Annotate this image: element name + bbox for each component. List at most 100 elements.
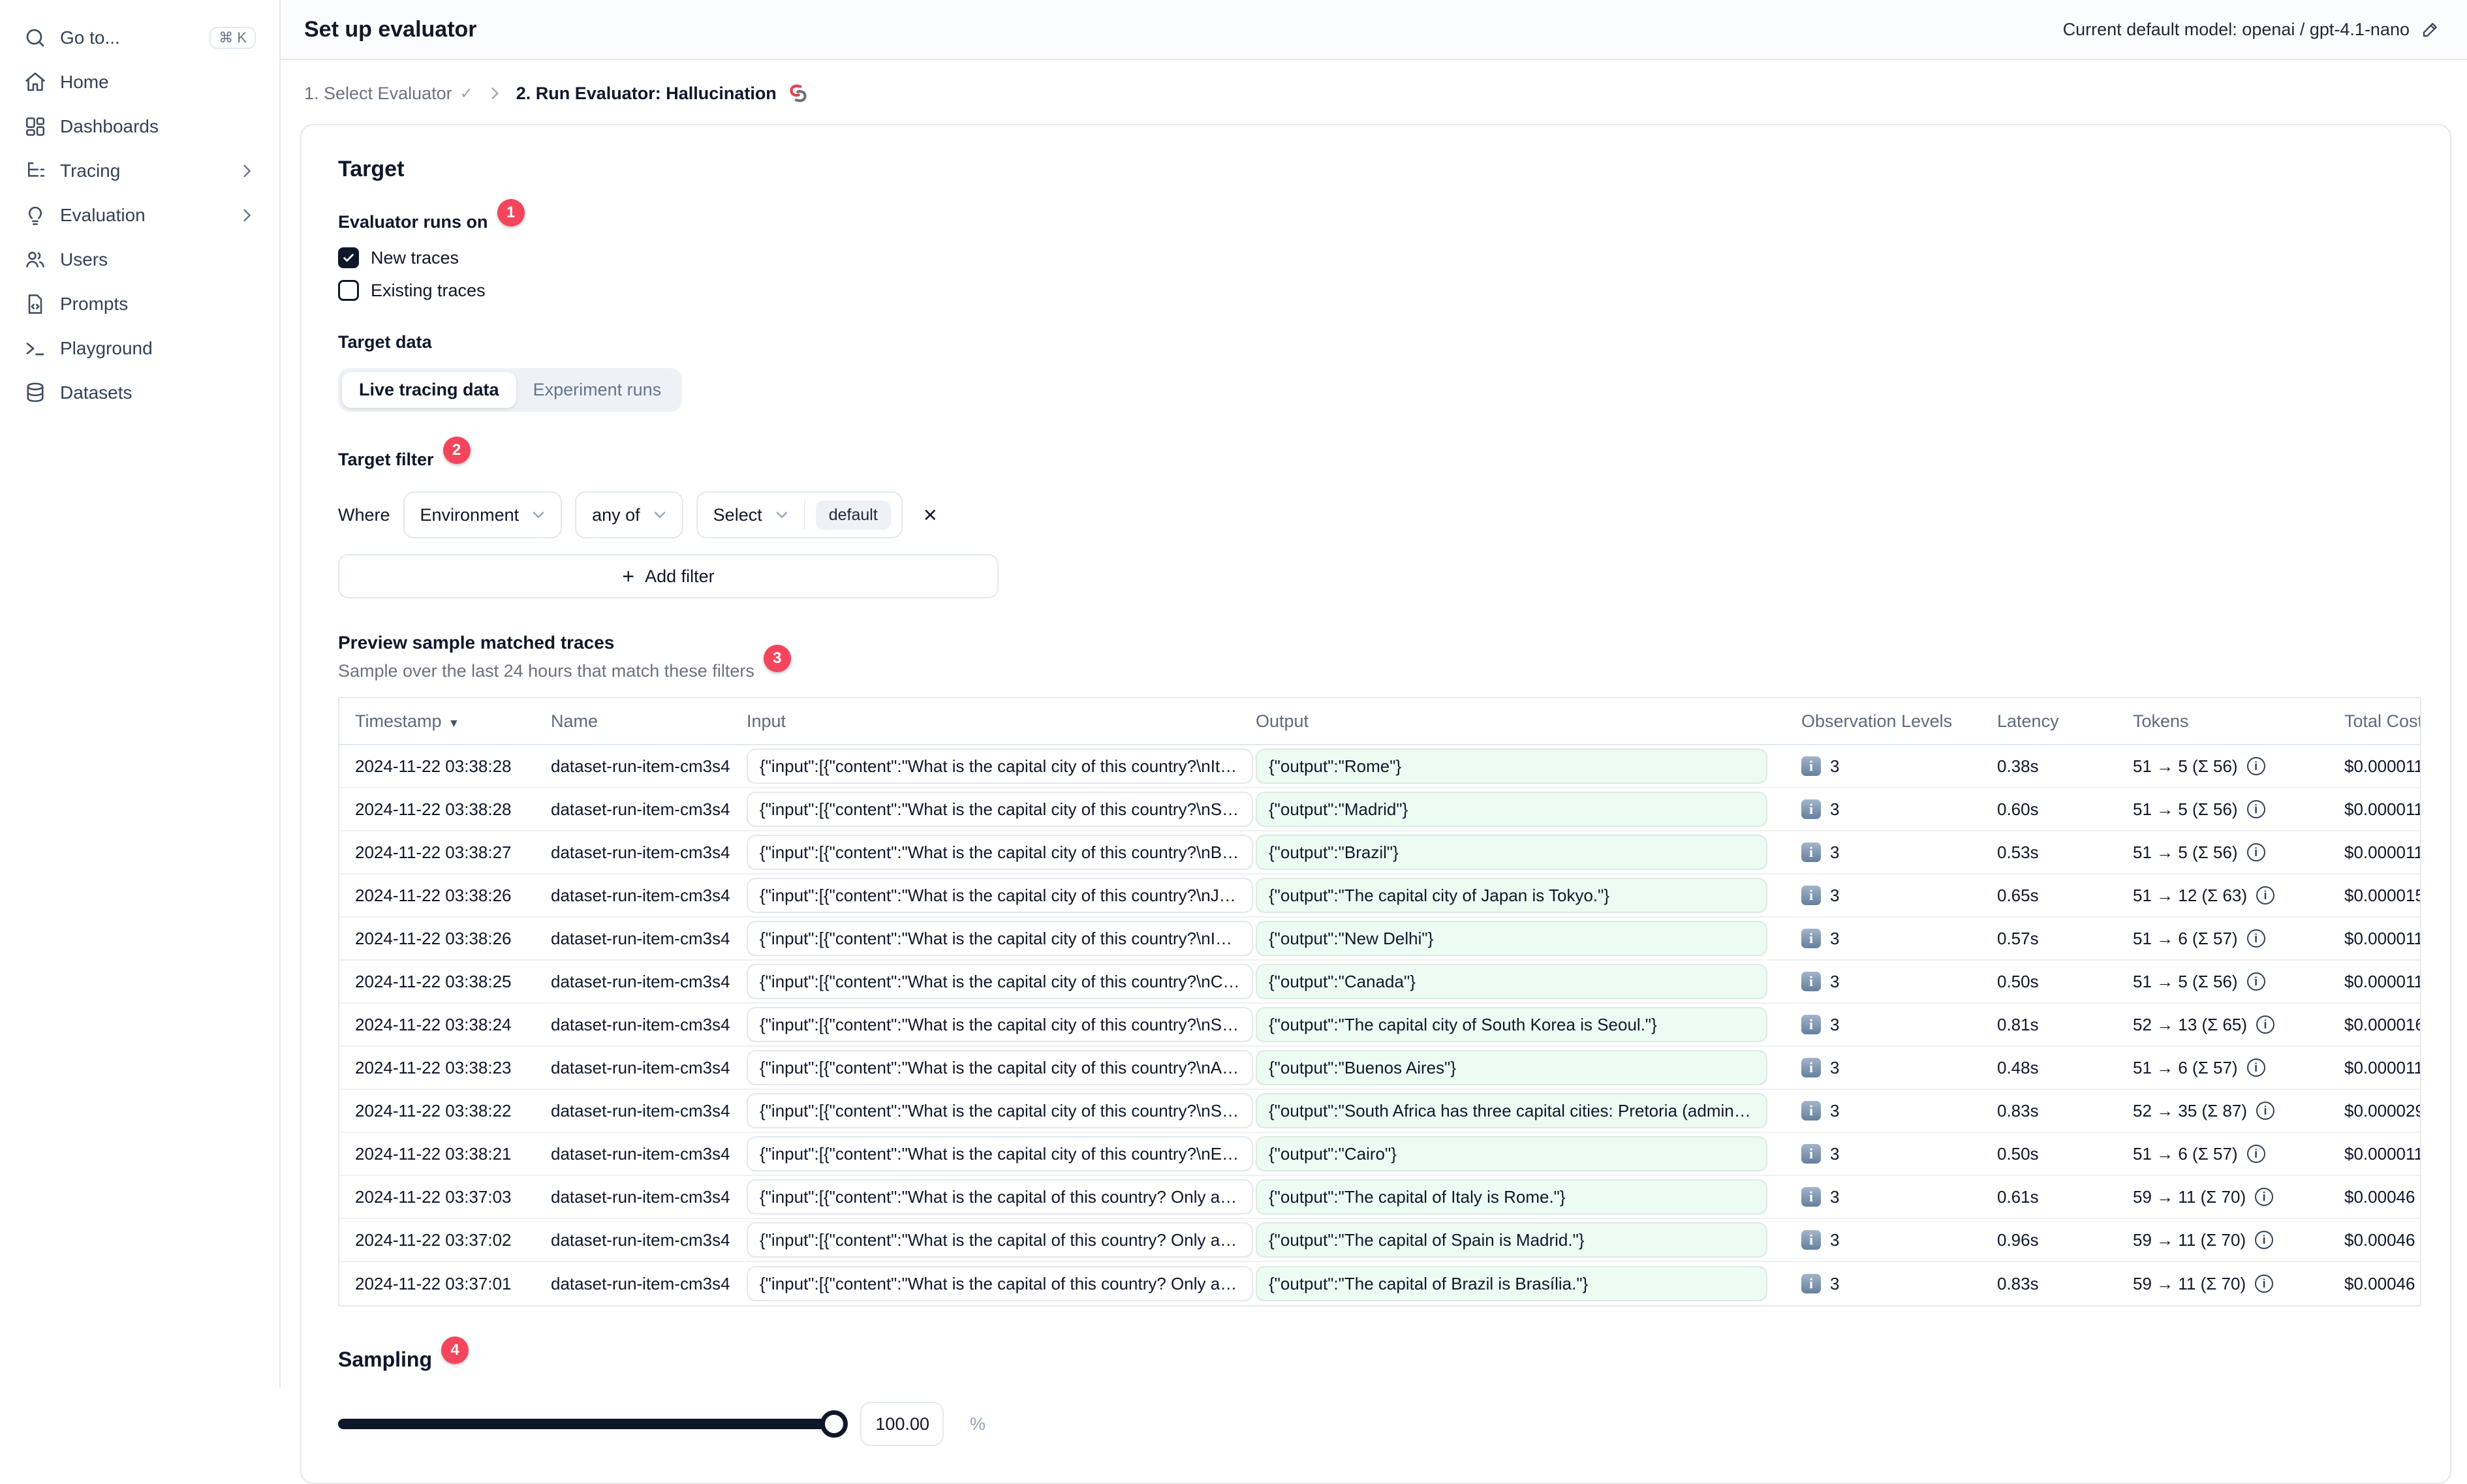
sidebar-item-playground[interactable]: Playground (13, 326, 266, 371)
input-preview: {"input":[{"content":"What is the capita… (747, 1093, 1253, 1128)
tokens-cell: 51 → 5 (Σ 56) i (2117, 842, 2334, 863)
checkbox-new-traces[interactable]: New traces (338, 247, 2432, 268)
breadcrumb-step1[interactable]: 1. Select Evaluator ✓ (304, 84, 473, 104)
table-header-row: Timestamp ▼ Name Input Output Observation Lev… (339, 698, 2420, 745)
latency-cell: 0.53s (1997, 842, 2039, 862)
name-cell: dataset-run-item-cm3s4 (551, 1014, 730, 1034)
latency-cell: 0.81s (1997, 1014, 2039, 1034)
column-header-observation-levels[interactable]: Observation Levels (1786, 711, 1981, 732)
sampling-heading: Sampling (338, 1347, 433, 1371)
checkbox-existing-traces[interactable]: Existing traces (338, 280, 2432, 301)
name-cell: dataset-run-item-cm3s4 (551, 756, 730, 776)
timestamp-cell: 2024-11-22 03:37:01 (355, 1273, 512, 1293)
column-header-tokens[interactable]: Tokens (2117, 711, 2334, 732)
traces-table: Timestamp ▼ Name Input Output Observation Lev… (338, 697, 2421, 1306)
name-cell: dataset-run-item-cm3s4 (551, 1229, 730, 1250)
table-row[interactable]: 2024-11-22 03:38:23 dataset-run-item-cm3s… (339, 1047, 2420, 1090)
input-preview: {"input":[{"content":"What is the capita… (747, 1136, 1253, 1171)
sampling-value-input[interactable] (860, 1402, 944, 1446)
output-preview: {"output":"Brazil"} (1256, 835, 1767, 870)
observation-levels-cell: i3 (1786, 1230, 1981, 1250)
sidebar-item-home[interactable]: Home (13, 60, 266, 104)
sampling-slider[interactable] (338, 1410, 848, 1438)
column-header-timestamp[interactable]: Timestamp ▼ (339, 711, 535, 732)
sidebar-item-users[interactable]: Users (13, 238, 266, 282)
column-header-latency[interactable]: Latency (1981, 711, 2117, 732)
table-row[interactable]: 2024-11-22 03:38:28 dataset-run-item-cm3s… (339, 745, 2420, 788)
info-circle-icon: i (2246, 800, 2265, 818)
tokens-cell: 52 → 13 (Σ 65) i (2117, 1015, 2334, 1035)
column-header-input[interactable]: Input (731, 711, 1256, 732)
check-icon: ✓ (459, 84, 473, 102)
table-row[interactable]: 2024-11-22 03:38:22 dataset-run-item-cm3s… (339, 1090, 2420, 1133)
table-row[interactable]: 2024-11-22 03:37:01 dataset-run-item-cm3s… (339, 1262, 2420, 1305)
latency-cell: 0.65s (1997, 885, 2039, 905)
table-row[interactable]: 2024-11-22 03:38:24 dataset-run-item-cm3s… (339, 1004, 2420, 1047)
tab-experiment-runs[interactable]: Experiment runs (516, 372, 679, 408)
chevron-right-icon (238, 162, 256, 180)
app-window: Go to... ⌘ K Home Dashboards Tracing Eva… (0, 0, 2467, 1484)
observation-levels-cell: i3 (1786, 1101, 1981, 1121)
sidebar-item-prompts[interactable]: Prompts (13, 282, 266, 326)
table-row[interactable]: 2024-11-22 03:38:21 dataset-run-item-cm3s… (339, 1133, 2420, 1176)
table-row[interactable]: 2024-11-22 03:38:27 dataset-run-item-cm3s… (339, 831, 2420, 874)
info-square-icon: i (1801, 1187, 1821, 1207)
breadcrumb: 1. Select Evaluator ✓ 2. Run Evaluator: … (281, 60, 2467, 106)
checkbox-unchecked-icon[interactable] (338, 280, 359, 301)
filter-column-select[interactable]: Environment (403, 491, 563, 538)
add-filter-button[interactable]: + Add filter (338, 554, 999, 598)
runs-on-row: Evaluator runs on 1 (338, 199, 2432, 236)
tab-live-tracing-data[interactable]: Live tracing data (342, 372, 516, 408)
table-row[interactable]: 2024-11-22 03:38:26 dataset-run-item-cm3s… (339, 918, 2420, 961)
input-cell: {"input":[{"content":"What is the capita… (731, 1136, 1256, 1171)
latency-cell: 0.50s (1997, 971, 2039, 991)
name-cell: dataset-run-item-cm3s4 (551, 1186, 730, 1207)
input-cell: {"input":[{"content":"What is the capita… (731, 1093, 1256, 1128)
runs-on-label: Evaluator runs on (338, 211, 488, 232)
output-cell: {"output":"South Africa has three capita… (1256, 1093, 1786, 1128)
step-badge-2: 2 (442, 437, 471, 464)
output-cell: {"output":"Madrid"} (1256, 792, 1786, 827)
remove-filter-button[interactable]: × (918, 503, 942, 527)
output-cell: {"output":"Buenos Aires"} (1256, 1050, 1786, 1085)
info-square-icon: i (1801, 1015, 1821, 1034)
name-cell: dataset-run-item-cm3s4 (551, 1273, 730, 1293)
table-row[interactable]: 2024-11-22 03:37:03 dataset-run-item-cm3s… (339, 1176, 2420, 1219)
column-header-total-cost[interactable]: Total Cost (2334, 711, 2420, 732)
page-title: Set up evaluator (304, 16, 477, 42)
sampling-controls: % (338, 1402, 2432, 1446)
sidebar-item-dashboards[interactable]: Dashboards (13, 104, 266, 149)
info-square-icon: i (1801, 1101, 1821, 1121)
observation-levels-cell: i3 (1786, 756, 1981, 777)
timestamp-cell: 2024-11-22 03:38:25 (355, 971, 512, 991)
info-circle-icon: i (2255, 1231, 2274, 1249)
filter-value-select[interactable]: Select default (696, 491, 903, 538)
table-row[interactable]: 2024-11-22 03:38:26 dataset-run-item-cm3s… (339, 874, 2420, 918)
sidebar-item-evaluation[interactable]: Evaluation (13, 193, 266, 238)
filter-value-chip: default (815, 500, 891, 530)
output-cell: {"output":"The capital of Spain is Madri… (1256, 1222, 1786, 1258)
output-cell: {"output":"The capital city of Japan is … (1256, 878, 1786, 913)
edit-model-icon[interactable] (2420, 19, 2441, 40)
target-heading: Target (338, 157, 405, 181)
input-preview: {"input":[{"content":"What is the capita… (747, 1050, 1253, 1085)
plus-icon: + (622, 564, 635, 588)
goto-search[interactable]: Go to... ⌘ K (13, 16, 266, 60)
checkbox-checked-icon[interactable] (338, 247, 359, 268)
name-cell: dataset-run-item-cm3s4 (551, 1057, 730, 1077)
sidebar-item-tracing[interactable]: Tracing (13, 149, 266, 193)
slider-handle[interactable] (820, 1410, 848, 1438)
latency-cell: 0.60s (1997, 799, 2039, 819)
filter-operator-select[interactable]: any of (575, 491, 683, 538)
table-row[interactable]: 2024-11-22 03:38:25 dataset-run-item-cm3s… (339, 961, 2420, 1004)
column-header-output[interactable]: Output (1256, 711, 1786, 732)
total-cost-cell: $0.000015 (2344, 885, 2421, 905)
observation-levels-cell: i3 (1786, 886, 1981, 906)
table-row[interactable]: 2024-11-22 03:38:28 dataset-run-item-cm3s… (339, 788, 2420, 831)
table-row[interactable]: 2024-11-22 03:37:02 dataset-run-item-cm3s… (339, 1219, 2420, 1262)
home-icon (23, 70, 47, 94)
slider-fill (338, 1419, 834, 1429)
sidebar-item-datasets[interactable]: Datasets (13, 371, 266, 415)
column-header-name[interactable]: Name (535, 711, 731, 732)
output-cell: {"output":"Canada"} (1256, 964, 1786, 999)
